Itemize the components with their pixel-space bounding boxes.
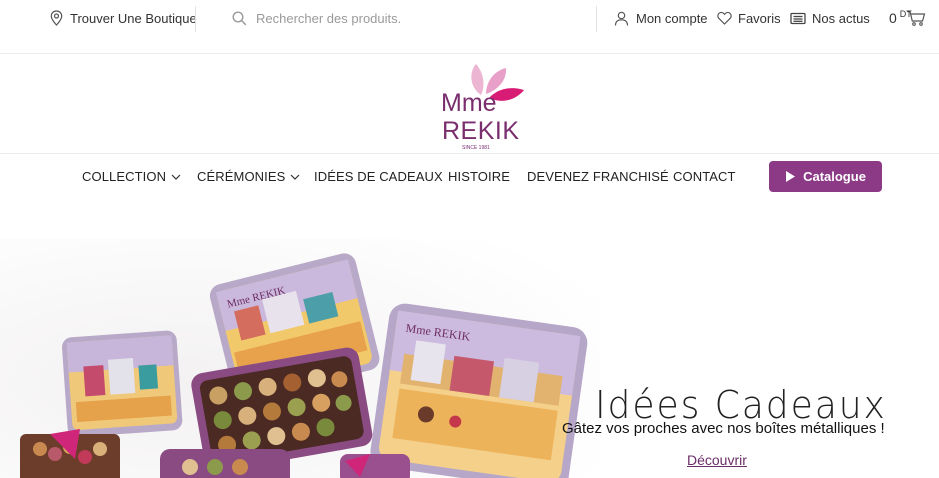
chevron-down-icon xyxy=(290,174,300,180)
catalogue-label: Catalogue xyxy=(803,169,866,184)
location-pin-icon xyxy=(50,10,63,26)
account-label: Mon compte xyxy=(636,10,708,26)
top-bar: Trouver Une Boutique Rechercher des prod… xyxy=(0,0,939,54)
nav-collection-label: COLLECTION xyxy=(82,169,167,184)
cart-count: 0 xyxy=(889,10,897,26)
nav-collection[interactable]: COLLECTION xyxy=(82,169,181,184)
divider xyxy=(195,6,196,32)
favorites-link[interactable]: Favoris xyxy=(717,10,781,26)
logo-line-2: REKIK xyxy=(442,117,520,145)
find-store-label: Trouver Une Boutique xyxy=(70,10,197,26)
news-label: Nos actus xyxy=(812,10,870,26)
favorites-label: Favoris xyxy=(738,10,781,26)
nav-contact[interactable]: CONTACT xyxy=(673,169,736,184)
newspaper-icon xyxy=(790,12,806,24)
hero-subtitle: Gâtez vos proches avec nos boîtes métall… xyxy=(562,420,885,437)
logo-line-1: Mme xyxy=(441,89,497,117)
play-icon xyxy=(786,171,796,182)
logo-tagline: SINCE 1981 xyxy=(462,145,490,151)
cart-currency: DT xyxy=(899,9,912,19)
nav-history-label: HISTOIRE xyxy=(448,169,510,184)
nav-gift-ideas-label: IDÉES DE CADEAUX xyxy=(314,169,443,184)
nav-ceremonies[interactable]: CÉRÉMONIES xyxy=(197,169,300,184)
nav-history[interactable]: HISTOIRE xyxy=(448,169,510,184)
logo-area: Mme REKIK SINCE 1981 xyxy=(0,54,939,154)
nav-ceremonies-label: CÉRÉMONIES xyxy=(197,169,286,184)
find-store-link[interactable]: Trouver Une Boutique xyxy=(50,10,197,26)
search-icon xyxy=(232,10,247,25)
brand-logo[interactable]: Mme REKIK SINCE 1981 xyxy=(436,58,532,152)
user-icon xyxy=(614,11,629,26)
main-nav: COLLECTION CÉRÉMONIES IDÉES DE CADEAUX H… xyxy=(0,155,939,199)
nav-franchise-label: DEVENEZ FRANCHISÉ xyxy=(527,169,669,184)
news-link[interactable]: Nos actus xyxy=(790,10,870,26)
nav-contact-label: CONTACT xyxy=(673,169,736,184)
hero-discover-link[interactable]: Découvrir xyxy=(687,452,747,468)
search-input[interactable]: Rechercher des produits. xyxy=(232,10,401,26)
divider xyxy=(596,6,597,32)
nav-gift-ideas[interactable]: IDÉES DE CADEAUX xyxy=(314,169,443,184)
catalogue-button[interactable]: Catalogue xyxy=(769,161,882,192)
nav-franchise[interactable]: DEVENEZ FRANCHISÉ xyxy=(527,169,669,184)
hero-banner: Mme REKIK Mme REKIK Idées Cadeaux Gâtez … xyxy=(0,199,939,478)
heart-icon xyxy=(717,11,732,25)
account-link[interactable]: Mon compte xyxy=(614,10,708,26)
cart-button[interactable]: 0 DT xyxy=(889,9,926,26)
search-placeholder: Rechercher des produits. xyxy=(256,10,402,26)
chevron-down-icon xyxy=(171,174,181,180)
